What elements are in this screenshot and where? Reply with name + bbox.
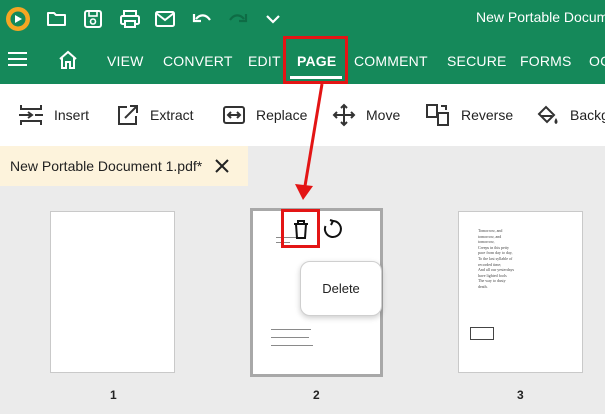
annotation-arrow — [295, 83, 324, 200]
